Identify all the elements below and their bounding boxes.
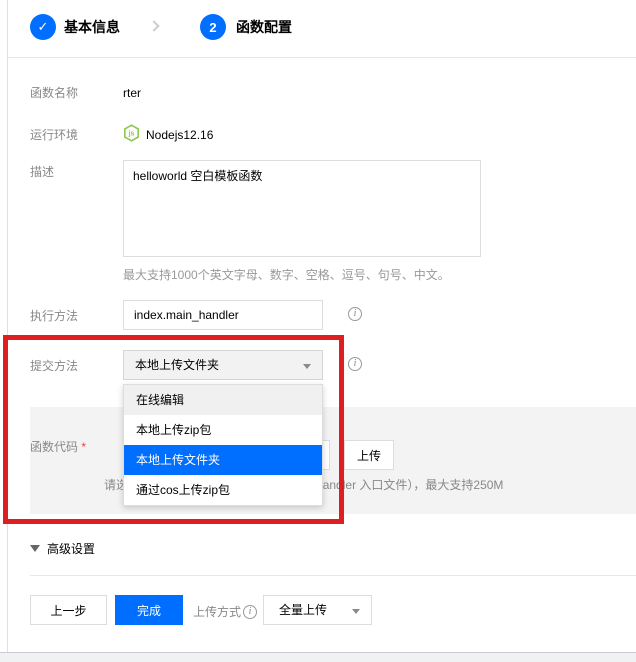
dropdown-option-online-edit[interactable]: 在线编辑 (124, 385, 322, 415)
description-label: 描述 (30, 165, 54, 179)
handler-info-icon[interactable]: i (348, 307, 362, 321)
check-icon: ✓ (38, 19, 49, 35)
handler-label: 执行方法 (30, 309, 78, 323)
step2-number: 2 (209, 20, 216, 35)
upload-mode-label: 上传方式 (193, 603, 241, 620)
footer-divider (30, 575, 636, 576)
triangle-down-icon (30, 545, 40, 552)
function-code-label: 函数代码 * (30, 440, 86, 454)
dropdown-option-upload-zip[interactable]: 本地上传zip包 (124, 415, 322, 445)
chevron-right-icon (148, 20, 159, 31)
description-textarea[interactable]: helloworld 空白模板函数 (123, 160, 481, 257)
upload-button[interactable]: 上传 (344, 440, 394, 470)
submit-method-select[interactable]: 本地上传文件夹 (123, 350, 323, 380)
function-config-page: ✓ 基本信息 2 函数配置 函数名称 rter 运行环境 js Nodejs12… (0, 0, 636, 662)
runtime-value: Nodejs12.16 (146, 128, 213, 142)
page-background-strip (0, 653, 636, 662)
submit-method-dropdown: 在线编辑 本地上传zip包 本地上传文件夹 通过cos上传zip包 (123, 384, 323, 506)
runtime-label: 运行环境 (30, 128, 78, 142)
upload-mode-info-icon[interactable]: i (243, 605, 257, 619)
caret-down-icon (303, 364, 311, 369)
svg-text:js: js (128, 131, 135, 138)
required-asterisk: * (81, 440, 86, 454)
caret-down-icon (352, 609, 360, 614)
previous-step-button[interactable]: 上一步 (30, 595, 107, 625)
function-name-value: rter (123, 86, 141, 100)
upload-mode-select[interactable]: 全量上传 (263, 595, 372, 625)
function-name-label: 函数名称 (30, 86, 78, 100)
advanced-settings-toggle[interactable]: 高级设置 (30, 540, 95, 556)
step2-circle: 2 (200, 14, 226, 40)
step1-complete-circle: ✓ (30, 14, 56, 40)
step2-label: 函数配置 (236, 19, 292, 35)
dropdown-option-cos-zip[interactable]: 通过cos上传zip包 (124, 475, 322, 505)
function-code-section (30, 407, 636, 514)
advanced-settings-label: 高级设置 (47, 540, 95, 557)
submit-method-info-icon[interactable]: i (348, 357, 362, 371)
upload-mode-row: 上传方式 i (193, 603, 257, 620)
panel-left-border (7, 0, 8, 653)
submit-method-value: 本地上传文件夹 (135, 358, 219, 372)
done-button[interactable]: 完成 (115, 595, 183, 625)
header-divider (8, 57, 636, 58)
nodejs-icon: js (123, 124, 140, 142)
upload-mode-value: 全量上传 (279, 603, 327, 617)
dropdown-option-upload-folder[interactable]: 本地上传文件夹 (124, 445, 322, 475)
step1-label: 基本信息 (64, 19, 120, 35)
handler-input[interactable] (123, 300, 323, 330)
submit-method-label: 提交方法 (30, 359, 78, 373)
description-hint: 最大支持1000个英文字母、数字、空格、逗号、句号、中文。 (123, 268, 450, 282)
